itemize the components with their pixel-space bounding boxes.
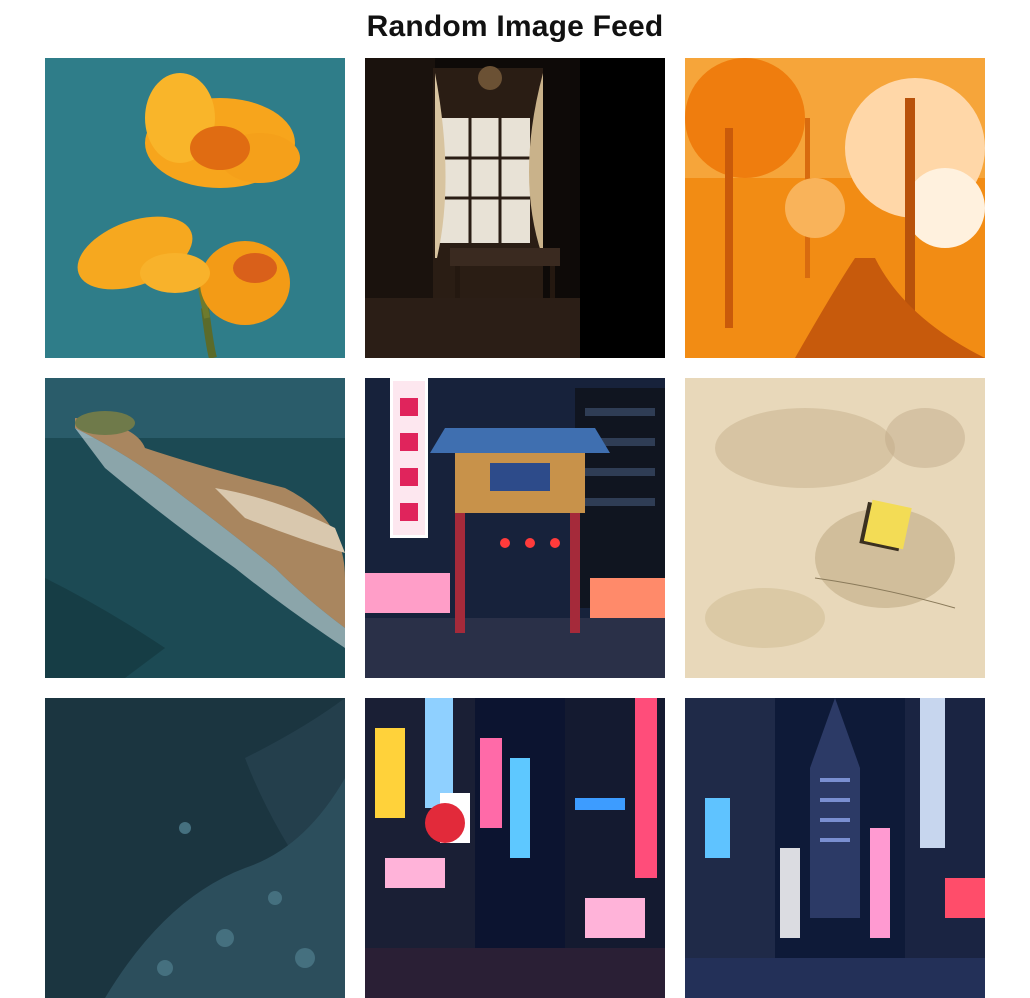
neon-street-image <box>365 698 665 998</box>
tokyo-street-image <box>685 698 985 998</box>
feed-image-sticky-note[interactable] <box>685 378 985 678</box>
page-title: Random Image Feed <box>366 10 664 43</box>
sticky-note-image <box>685 378 985 678</box>
image-feed-grid <box>45 58 985 998</box>
feed-image-foliage[interactable] <box>45 698 345 998</box>
feed-image-flower[interactable] <box>45 58 345 358</box>
feed-image-forest[interactable] <box>685 58 985 358</box>
foliage-image <box>45 698 345 998</box>
feed-image-room[interactable] <box>365 58 665 358</box>
flower-image <box>45 58 345 358</box>
room-image <box>365 58 665 358</box>
feed-image-tokyo-street[interactable] <box>685 698 985 998</box>
feed-image-coast[interactable] <box>45 378 345 678</box>
feed-image-neon-street[interactable] <box>365 698 665 998</box>
feed-image-chinatown[interactable] <box>365 378 665 678</box>
coast-image <box>45 378 345 678</box>
forest-image <box>685 58 985 358</box>
chinatown-image <box>365 378 665 678</box>
